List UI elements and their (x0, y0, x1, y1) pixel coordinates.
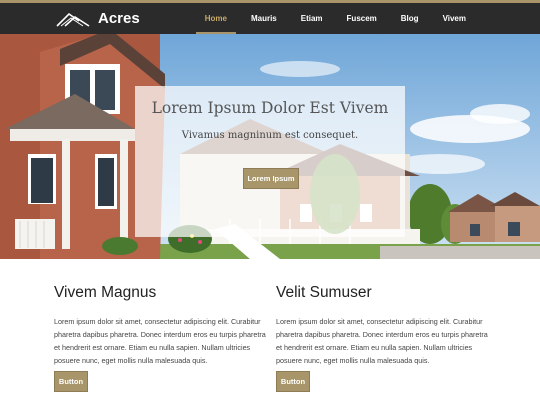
feature-column-2: Velit Sumuser Lorem ipsum dolor sit amet… (276, 284, 491, 392)
column-button[interactable]: Button (276, 371, 310, 392)
hero-banner: Lorem Ipsum Dolor Est Vivem Vivamus magn… (0, 34, 540, 259)
nav-item-etiam[interactable]: Etiam (289, 3, 335, 34)
nav-item-home[interactable]: Home (193, 3, 239, 34)
nav-item-blog[interactable]: Blog (389, 3, 431, 34)
main-menu: Home Mauris Etiam Fuscem Blog Vivem (193, 3, 478, 34)
nav-item-vivem[interactable]: Vivem (431, 3, 478, 34)
nav-item-fuscem[interactable]: Fuscem (335, 3, 389, 34)
site-brand[interactable]: Acres (98, 10, 140, 27)
column-heading: Vivem Magnus (54, 284, 157, 301)
hero-title: Lorem Ipsum Dolor Est Vivem (151, 99, 389, 117)
nav-item-mauris[interactable]: Mauris (239, 3, 289, 34)
hero-cta-button[interactable]: Lorem Ipsum (243, 168, 299, 189)
feature-column-1: Vivem Magnus Lorem ipsum dolor sit amet,… (54, 284, 269, 392)
hero-subtitle: Vivamus magninum est consequet. (181, 130, 359, 141)
column-button[interactable]: Button (54, 371, 88, 392)
hero-overlay-box: Lorem Ipsum Dolor Est Vivem Vivamus magn… (135, 86, 405, 237)
navbar: Acres Home Mauris Etiam Fuscem Blog Vive… (0, 3, 540, 34)
house-roof-logo-icon[interactable] (55, 9, 95, 29)
column-body-text: Lorem ipsum dolor sit amet, consectetur … (276, 317, 488, 366)
column-body-text: Lorem ipsum dolor sit amet, consectetur … (54, 317, 266, 366)
column-heading: Velit Sumuser (276, 284, 372, 301)
